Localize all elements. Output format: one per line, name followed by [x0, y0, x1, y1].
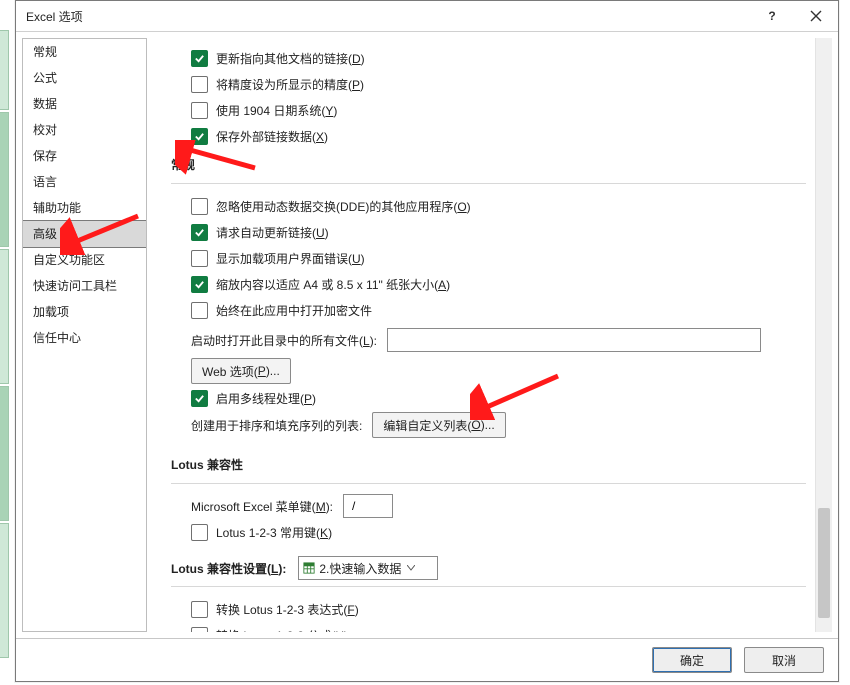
- checkbox-label: 转换 Lotus 1-2-3 公式(U): [216, 627, 348, 633]
- checkbox-label: 显示加载项用户界面错误(U): [216, 250, 365, 267]
- section-general-title: 常规: [171, 156, 806, 173]
- checkbox-label: 将精度设为所显示的精度(P): [216, 76, 364, 93]
- checkbox-save-external-link-data[interactable]: [191, 128, 208, 145]
- dropdown-value: 2.快速输入数据: [319, 560, 401, 577]
- sidebar-item-label: 常规: [33, 45, 57, 59]
- sidebar-item-addins[interactable]: 加载项: [23, 299, 146, 325]
- checkbox-label: 使用 1904 日期系统(Y): [216, 102, 337, 119]
- menu-key-label: Microsoft Excel 菜单键(M):: [191, 498, 333, 515]
- web-options-button[interactable]: Web 选项(P)...: [191, 358, 291, 384]
- sidebar-item-label: 加载项: [33, 305, 69, 319]
- section-lotus-title: Lotus 兼容性: [171, 456, 806, 473]
- excel-options-dialog: Excel 选项 ? 常规 公式 数据 校对 保存 语言 辅助功能 高级 自定义…: [15, 0, 839, 682]
- options-sidebar: 常规 公式 数据 校对 保存 语言 辅助功能 高级 自定义功能区 快速访问工具栏…: [22, 38, 147, 632]
- sidebar-item-label: 公式: [33, 71, 57, 85]
- custom-list-label: 创建用于排序和填充序列的列表:: [191, 417, 362, 434]
- chevron-down-icon: [407, 565, 415, 571]
- window-title: Excel 选项: [26, 8, 750, 25]
- checkbox-always-open-encrypted[interactable]: [191, 302, 208, 319]
- sidebar-item-general[interactable]: 常规: [23, 39, 146, 65]
- close-button[interactable]: [794, 1, 838, 31]
- lotus-settings-dropdown[interactable]: 2.快速输入数据: [298, 556, 438, 580]
- sidebar-item-save[interactable]: 保存: [23, 143, 146, 169]
- edit-custom-lists-button[interactable]: 编辑自定义列表(O)...: [372, 412, 505, 438]
- checkbox-label: 转换 Lotus 1-2-3 表达式(F): [216, 601, 359, 618]
- checkbox-enable-multithreading[interactable]: [191, 390, 208, 407]
- sidebar-item-label: 保存: [33, 149, 57, 163]
- sidebar-item-advanced[interactable]: 高级: [22, 220, 147, 248]
- checkbox-label: 忽略使用动态数据交换(DDE)的其他应用程序(O): [216, 198, 471, 215]
- sidebar-item-formulas[interactable]: 公式: [23, 65, 146, 91]
- checkbox-label: 更新指向其他文档的链接(D): [216, 50, 365, 67]
- vertical-scrollbar[interactable]: [815, 38, 832, 632]
- worksheet-icon: [303, 562, 315, 574]
- sidebar-item-label: 自定义功能区: [33, 253, 105, 267]
- checkbox-1904-date-system[interactable]: [191, 102, 208, 119]
- sidebar-item-label: 语言: [33, 175, 57, 189]
- titlebar: Excel 选项 ?: [16, 1, 838, 32]
- checkbox-label: 保存外部链接数据(X): [216, 128, 328, 145]
- cancel-button[interactable]: 取消: [744, 647, 824, 673]
- sidebar-item-data[interactable]: 数据: [23, 91, 146, 117]
- startup-folder-input[interactable]: [387, 328, 761, 352]
- checkbox-lotus-alt-keys[interactable]: [191, 524, 208, 541]
- checkbox-ask-update-links[interactable]: [191, 224, 208, 241]
- checkbox-label: 缩放内容以适应 A4 或 8.5 x 11" 纸张大小(A): [216, 276, 450, 293]
- sidebar-item-language[interactable]: 语言: [23, 169, 146, 195]
- checkbox-label: 启用多线程处理(P): [216, 390, 316, 407]
- close-icon: [810, 10, 822, 22]
- checkbox-convert-lotus-formulas[interactable]: [191, 627, 208, 633]
- checkbox-ignore-dde[interactable]: [191, 198, 208, 215]
- checkbox-precision-as-displayed[interactable]: [191, 76, 208, 93]
- sidebar-item-trust-center[interactable]: 信任中心: [23, 325, 146, 351]
- checkbox-update-links[interactable]: [191, 50, 208, 67]
- sidebar-item-label: 快速访问工具栏: [33, 279, 117, 293]
- checkbox-label: 始终在此应用中打开加密文件: [216, 302, 372, 319]
- checkbox-convert-lotus-expressions[interactable]: [191, 601, 208, 618]
- checkbox-show-addin-ui-errors[interactable]: [191, 250, 208, 267]
- checkbox-scale-a4-letter[interactable]: [191, 276, 208, 293]
- lotus-settings-label: Lotus 兼容性设置(L):: [171, 560, 286, 577]
- sidebar-item-label: 数据: [33, 97, 57, 111]
- sidebar-item-label: 校对: [33, 123, 57, 137]
- ok-button[interactable]: 确定: [652, 647, 732, 673]
- startup-folder-label: 启动时打开此目录中的所有文件(L):: [191, 332, 377, 349]
- dialog-footer: 确定 取消: [16, 638, 838, 681]
- checkbox-label: 请求自动更新链接(U): [216, 224, 329, 241]
- sidebar-item-accessibility[interactable]: 辅助功能: [23, 195, 146, 221]
- sidebar-item-proofing[interactable]: 校对: [23, 117, 146, 143]
- sidebar-item-qat[interactable]: 快速访问工具栏: [23, 273, 146, 299]
- sidebar-item-label: 高级: [33, 227, 57, 241]
- options-main: 更新指向其他文档的链接(D) 将精度设为所显示的精度(P) 使用 1904 日期…: [157, 38, 832, 632]
- checkbox-label: Lotus 1-2-3 常用键(K): [216, 524, 332, 541]
- menu-key-input[interactable]: [343, 494, 393, 518]
- scrollbar-thumb[interactable]: [818, 508, 830, 618]
- help-button[interactable]: ?: [750, 1, 794, 31]
- sidebar-item-label: 信任中心: [33, 331, 81, 345]
- sidebar-item-label: 辅助功能: [33, 201, 81, 215]
- sidebar-item-customize-ribbon[interactable]: 自定义功能区: [23, 247, 146, 273]
